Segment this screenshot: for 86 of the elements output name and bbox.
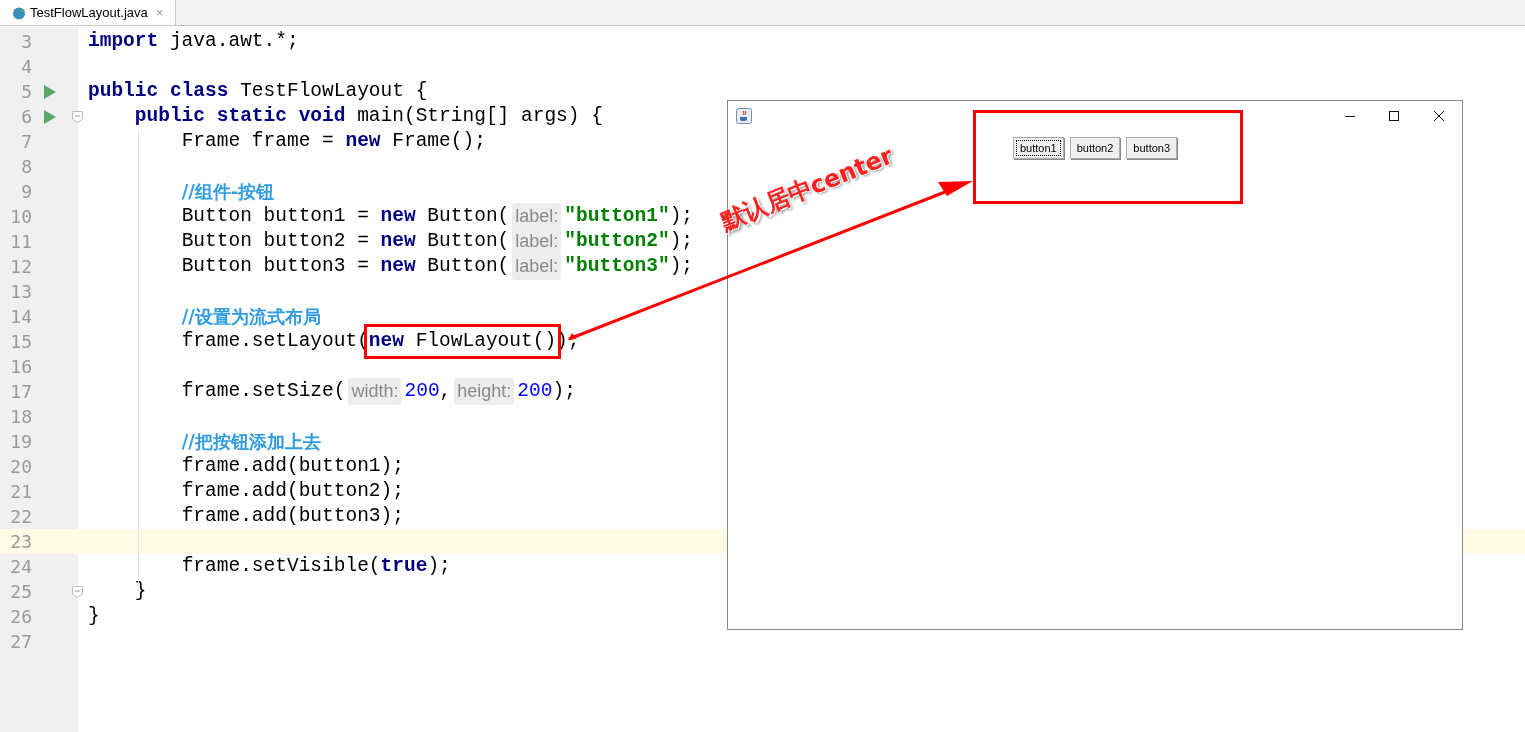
- awt-button[interactable]: button1: [1012, 137, 1064, 159]
- code-text: TestFlowLayout {: [239, 78, 428, 104]
- code-text: frame.add(button3);: [181, 503, 404, 529]
- line-number: 17: [9, 380, 32, 404]
- keyword: new: [368, 328, 404, 354]
- awt-button[interactable]: button2: [1069, 137, 1121, 159]
- fold-icon[interactable]: [72, 586, 83, 598]
- code-comment: //把按钮添加上去: [181, 430, 321, 454]
- line-number: 26: [9, 605, 32, 629]
- number-literal: 200: [404, 378, 440, 404]
- parameter-hint: height:: [454, 378, 515, 405]
- code-text: frame.setLayout(: [181, 328, 369, 354]
- parameter-hint: label:: [512, 228, 562, 255]
- string-literal: "button3": [564, 253, 670, 279]
- line-number: 3: [20, 30, 32, 54]
- code-text: Frame frame =: [181, 128, 335, 154]
- keyword: true: [380, 553, 428, 579]
- line-number: 12: [9, 255, 32, 279]
- string-literal: "button1": [564, 203, 670, 229]
- code-text: }: [134, 578, 147, 604]
- keyword: public class: [88, 78, 229, 104]
- line-number: 7: [20, 130, 32, 154]
- code-text: java.awt.*;: [168, 28, 299, 54]
- code-text: frame.setVisible(: [181, 553, 381, 579]
- keyword: public static void: [134, 103, 346, 129]
- code-text: FlowLayout(): [414, 328, 557, 354]
- code-comment: //设置为流式布局: [181, 305, 321, 329]
- code-text: );: [669, 253, 694, 279]
- line-number: 16: [9, 355, 32, 379]
- line-number: 25: [9, 580, 32, 604]
- code-text: );: [669, 203, 694, 229]
- line-number: 15: [9, 330, 32, 354]
- code-text: Button(: [426, 203, 510, 229]
- code-text: }: [88, 603, 100, 629]
- code-text: Button(: [426, 253, 510, 279]
- code-text: frame.add(button1);: [181, 453, 404, 479]
- code-comment: //组件-按钮: [181, 180, 275, 204]
- keyword: import: [88, 28, 159, 54]
- line-number: 10: [9, 205, 32, 229]
- keyword: new: [345, 128, 381, 154]
- code-text: ,: [439, 378, 452, 404]
- keyword: new: [380, 253, 416, 279]
- close-icon[interactable]: [1434, 111, 1444, 121]
- line-number: 22: [9, 505, 32, 529]
- code-text: );: [669, 228, 694, 254]
- keyword: new: [380, 228, 416, 254]
- line-number: 23: [9, 530, 32, 554]
- line-number: 5: [20, 80, 32, 104]
- code-text: Button button2 =: [181, 228, 370, 254]
- class-file-icon: [12, 5, 26, 20]
- line-number: 13: [9, 280, 32, 304]
- run-icon[interactable]: [44, 84, 56, 99]
- line-number: 24: [9, 555, 32, 579]
- line-number: 9: [20, 180, 32, 204]
- code-text: frame.setSize(: [181, 378, 346, 404]
- fold-icon[interactable]: [72, 111, 83, 123]
- line-number: 4: [20, 55, 32, 79]
- code-text: );: [427, 553, 451, 579]
- editor-tab[interactable]: TestFlowLayout.java ×: [0, 0, 177, 25]
- code-text: Button button1 =: [181, 203, 370, 229]
- code-text: main(String[] args) {: [356, 103, 603, 129]
- line-number: 19: [9, 430, 32, 454]
- awt-button[interactable]: button3: [1126, 137, 1178, 159]
- code-text: );: [552, 378, 576, 404]
- line-number: 6: [20, 105, 32, 129]
- line-number: 18: [9, 405, 32, 429]
- keyword: new: [380, 203, 416, 229]
- code-text: Frame();: [391, 128, 486, 154]
- maximize-icon[interactable]: [1389, 111, 1399, 121]
- string-literal: "button2": [564, 228, 670, 254]
- line-number: 11: [9, 230, 32, 254]
- code-text: Button button3 =: [181, 253, 370, 279]
- parameter-hint: label:: [512, 203, 562, 230]
- number-literal: 200: [517, 378, 553, 404]
- run-icon[interactable]: [44, 109, 56, 124]
- line-number: 20: [9, 455, 32, 479]
- line-number: 8: [20, 155, 32, 179]
- parameter-hint: label:: [512, 253, 562, 280]
- code-text: frame.add(button2);: [181, 478, 404, 504]
- tab-title: TestFlowLayout.java: [30, 3, 148, 22]
- parameter-hint: width:: [348, 378, 402, 405]
- line-number: 21: [9, 480, 32, 504]
- code-text: Button(: [426, 228, 510, 254]
- line-number: 27: [9, 630, 32, 654]
- coffee-cup-icon: [736, 108, 752, 124]
- line-number: 14: [9, 305, 32, 329]
